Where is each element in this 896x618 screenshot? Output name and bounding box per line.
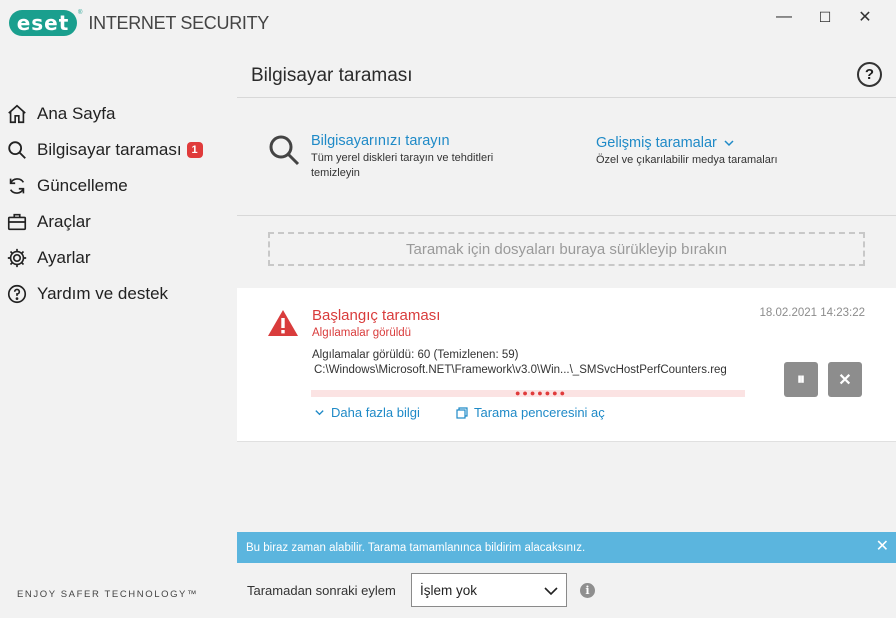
notification-badge: 1 (186, 142, 203, 158)
sidebar-item-label: Yardım ve destek (37, 284, 169, 303)
scan-progress-panel: Başlangıç taraması Algılamalar görüldü 1… (237, 288, 896, 442)
advanced-scans-card[interactable]: Gelişmiş taramalar Özel ve çıkarılabilir… (596, 135, 778, 168)
scan-computer-link[interactable]: Bilgisayarınızı tarayın (311, 133, 493, 149)
scan-computer-card[interactable]: Bilgisayarınızı tarayın Tüm yerel diskle… (267, 133, 493, 181)
maximize-button[interactable]: ☐ (807, 6, 843, 28)
info-icon[interactable]: i (580, 583, 595, 598)
help-button[interactable]: ? (857, 62, 882, 87)
sidebar-item-computer-scan[interactable]: Bilgisayar taraması 1 (6, 136, 203, 164)
info-notification-bar: Bu biraz zaman alabilir. Tarama tamamlan… (237, 532, 896, 563)
search-icon (269, 135, 300, 166)
stop-button[interactable]: ✕ (828, 362, 862, 397)
sidebar: Ana Sayfa Bilgisayar taraması 1 Güncelle… (0, 46, 237, 618)
sidebar-item-label: Ayarlar (37, 248, 91, 267)
main-content: Bilgisayar taraması ? Bilgisayarınızı ta… (237, 46, 896, 618)
sidebar-item-label: Ana Sayfa (37, 104, 116, 123)
sidebar-item-tools[interactable]: Araçlar (6, 208, 91, 236)
advanced-scans-desc: Özel ve çıkarılabilir medya taramaları (596, 154, 778, 166)
product-name: INTERNET SECURITY (88, 12, 270, 33)
minimize-button[interactable]: — (766, 6, 802, 28)
open-scan-window-link[interactable]: Tarama penceresini aç (456, 405, 605, 420)
close-button[interactable]: ✕ (847, 6, 883, 28)
detections-count: Algılamalar görüldü: 60 (Temizlenen: 59) (312, 349, 519, 361)
registered-mark: ® (78, 10, 83, 16)
current-file-path: C:\Windows\Microsoft.NET\Framework\v3.0\… (314, 364, 727, 376)
eset-logo: eset ® INTERNET SECURITY (9, 10, 269, 36)
title-bar: eset ® INTERNET SECURITY — ☐ ✕ (0, 0, 896, 46)
info-notification-text: Bu biraz zaman alabilir. Tarama tamamlan… (246, 541, 586, 554)
sidebar-item-label: Güncelleme (37, 176, 128, 195)
sidebar-item-home[interactable]: Ana Sayfa (6, 100, 115, 128)
divider (237, 97, 896, 98)
progress-indicator: ●●●●●●● (515, 388, 568, 398)
search-icon (8, 141, 26, 159)
logo-badge: eset (9, 10, 77, 36)
chevron-down-icon (315, 410, 324, 416)
window-icon (456, 406, 468, 419)
divider (237, 215, 896, 216)
advanced-scans-label: Gelişmiş taramalar (596, 135, 717, 151)
gear-icon (7, 248, 27, 268)
scan-computer-desc-2: temizleyin (311, 167, 360, 179)
sidebar-item-update[interactable]: Güncelleme (6, 172, 128, 200)
advanced-scans-link[interactable]: Gelişmiş taramalar (596, 135, 778, 151)
after-scan-action-select[interactable]: İşlem yok (411, 573, 567, 607)
sidebar-item-settings[interactable]: Ayarlar (6, 244, 91, 272)
warning-icon (268, 310, 298, 336)
sidebar-item-help[interactable]: Yardım ve destek (6, 280, 168, 308)
open-scan-window-label: Tarama penceresini aç (474, 405, 605, 420)
more-info-link[interactable]: Daha fazla bilgi (314, 405, 420, 420)
close-icon[interactable]: ✕ (876, 539, 889, 555)
after-scan-action-label: Taramadan sonraki eylem (247, 583, 396, 598)
refresh-icon (9, 178, 25, 194)
home-icon (8, 104, 26, 124)
sidebar-item-label: Bilgisayar taraması (37, 140, 182, 159)
scan-computer-desc-1: Tüm yerel diskleri tarayın ve tehditleri (311, 152, 494, 164)
help-icon (7, 284, 27, 304)
file-drop-zone[interactable]: Taramak için dosyaları buraya sürükleyip… (268, 232, 865, 266)
briefcase-icon (7, 213, 27, 231)
after-scan-action-value: İşlem yok (420, 582, 478, 598)
pause-button[interactable]: ⏸ (784, 362, 818, 397)
page-title: Bilgisayar taraması (251, 65, 413, 86)
scan-status: Algılamalar görüldü (312, 327, 412, 339)
sidebar-item-label: Araçlar (37, 212, 91, 231)
chevron-down-icon (544, 587, 558, 596)
tagline: ENJOY SAFER TECHNOLOGY™ (17, 589, 199, 600)
more-info-label: Daha fazla bilgi (331, 405, 420, 420)
chevron-down-icon (724, 140, 734, 147)
scan-title: Başlangıç taraması (312, 307, 441, 324)
scan-timestamp: 18.02.2021 14:23:22 (759, 307, 865, 319)
